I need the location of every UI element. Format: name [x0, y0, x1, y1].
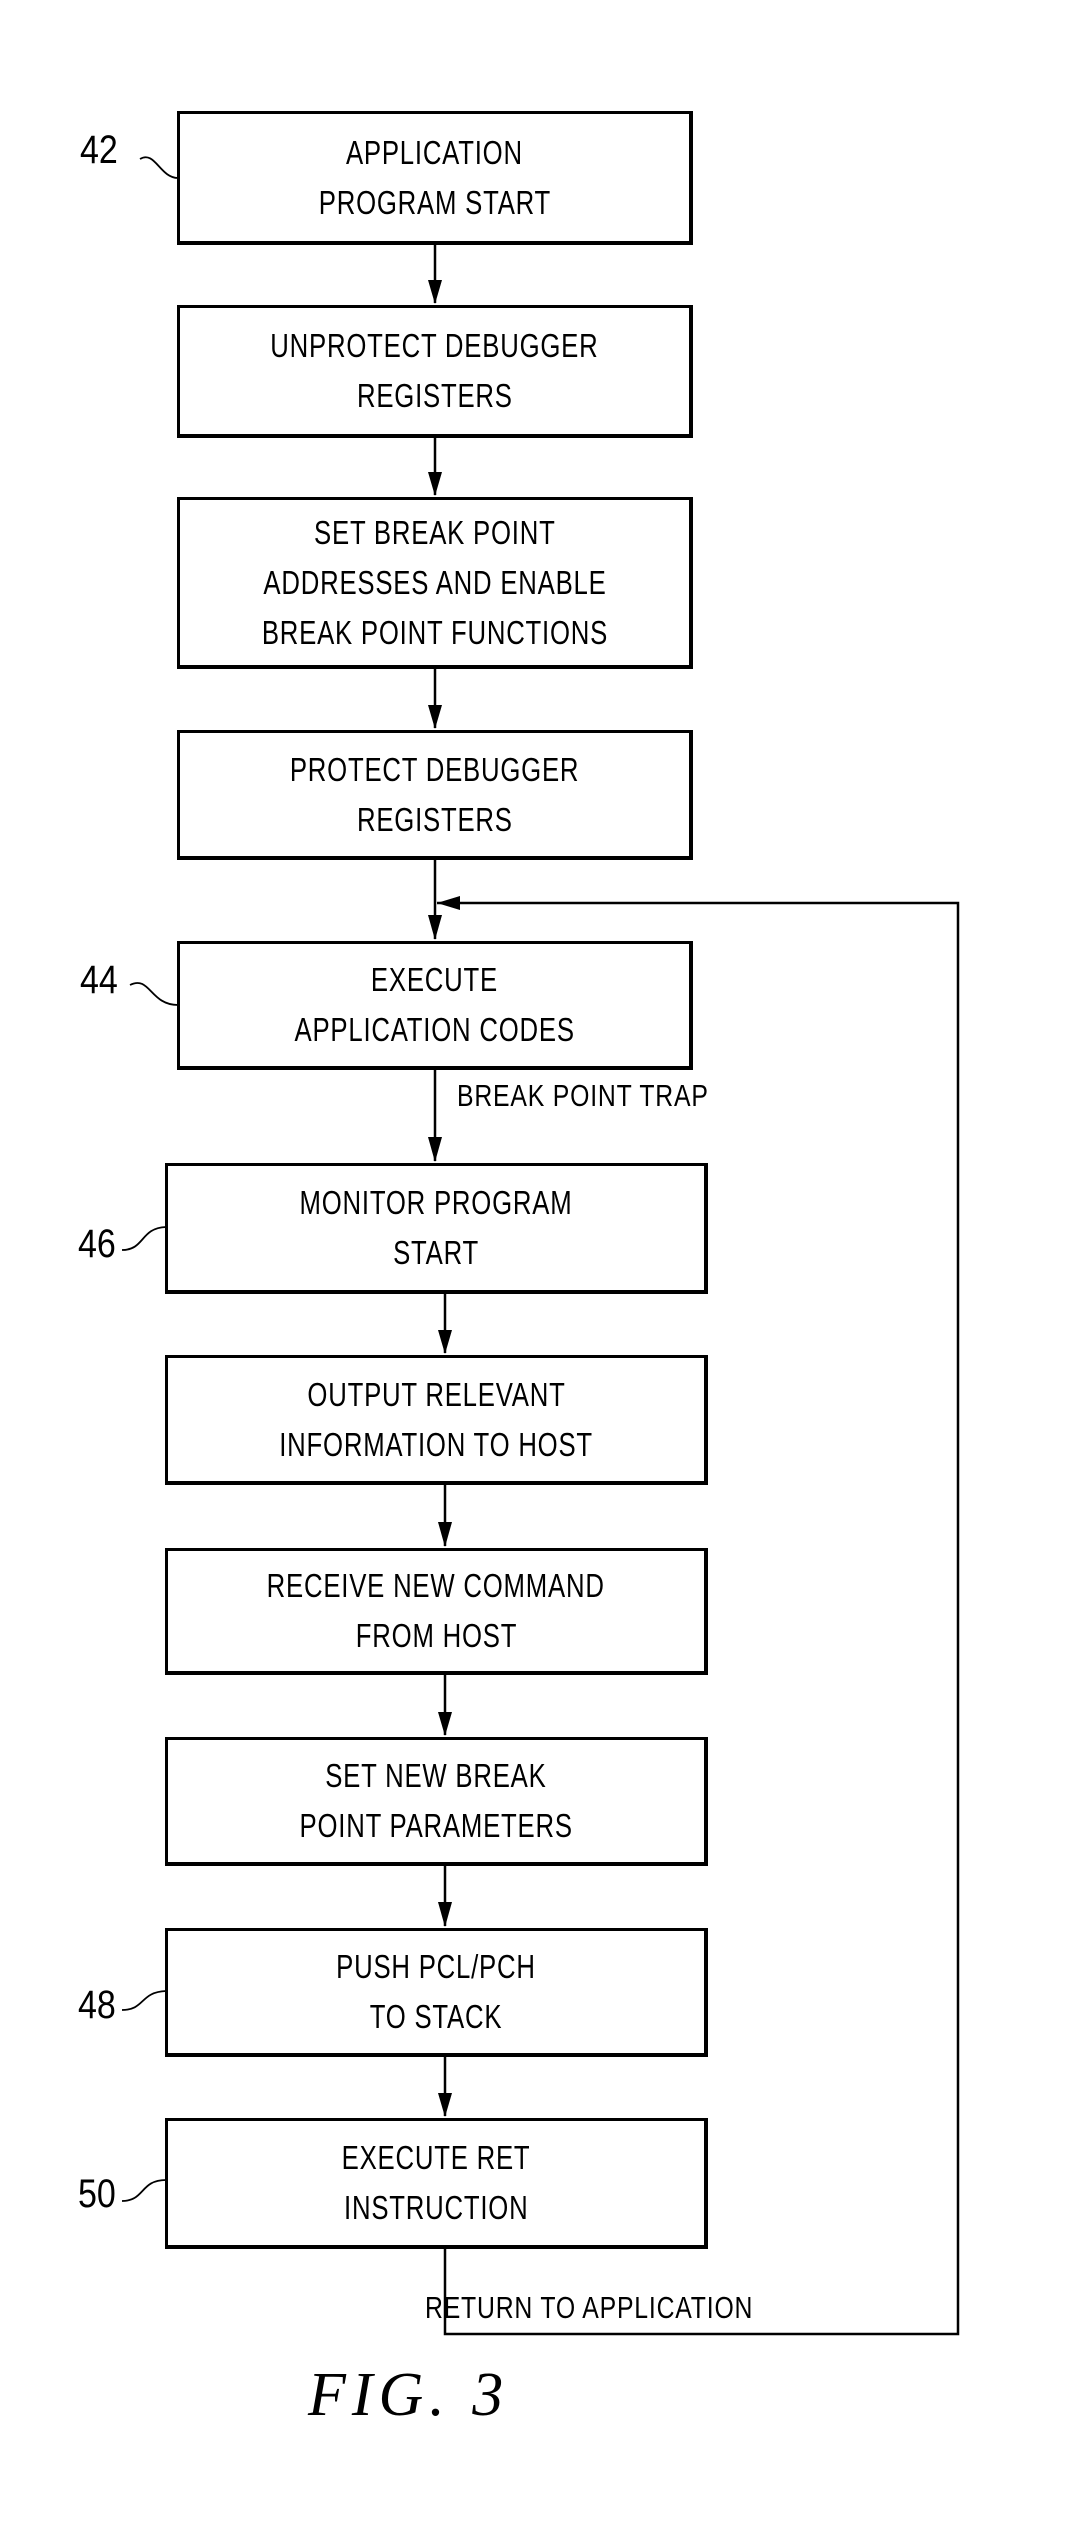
step-text-line: REGISTERS — [356, 377, 513, 414]
step-text-line: BREAK POINT FUNCTIONS — [261, 613, 608, 651]
step-box-protect-debugger-registers: PROTECT DEBUGGER REGISTERS — [177, 730, 693, 860]
step-box-push-pcl-pch: PUSH PCL/PCH TO STACK — [165, 1928, 708, 2057]
step-box-set-new-break-point-parameters: SET NEW BREAK POINT PARAMETERS — [165, 1737, 708, 1866]
arrowhead-s5-s6 — [428, 1137, 442, 1162]
step-text-line: INSTRUCTION — [343, 2189, 529, 2226]
step-text-line: START — [393, 1234, 479, 1271]
step-text-line: PROTECT DEBUGGER — [289, 750, 580, 788]
step-text-line: EXECUTE — [370, 961, 499, 998]
step-box-unprotect-debugger-registers: UNPROTECT DEBUGGER REGISTERS — [177, 305, 693, 438]
step-text-line: REGISTERS — [356, 800, 513, 838]
arrowhead-s4-s5 — [428, 915, 442, 940]
reference-numeral-44: 44 — [80, 958, 118, 1002]
step-text-line: TO STACK — [369, 1998, 503, 2035]
reference-numeral-48: 48 — [78, 1983, 116, 2027]
reference-numeral-50: 50 — [78, 2172, 116, 2216]
step-text-line: INFORMATION TO HOST — [279, 1425, 593, 1463]
step-text-line: EXECUTE RET — [341, 2139, 531, 2176]
step-text-line: MONITOR PROGRAM — [299, 1184, 573, 1221]
step-box-monitor-program-start: MONITOR PROGRAM START — [165, 1163, 708, 1294]
arrowhead-s9-s10 — [438, 1902, 452, 1927]
step-text-line: PUSH PCL/PCH — [336, 1948, 536, 1985]
step-text-line: APPLICATION CODES — [294, 1011, 575, 1048]
step-box-output-relevant-information: OUTPUT RELEVANT INFORMATION TO HOST — [165, 1355, 708, 1485]
step-text-line: APPLICATION — [346, 133, 523, 171]
step-text-line: SET BREAK POINT — [313, 513, 556, 551]
step-box-set-break-point-addresses: SET BREAK POINT ADDRESSES AND ENABLE BRE… — [177, 497, 693, 669]
arrowhead-s10-s11 — [438, 2093, 452, 2117]
leader-46 — [121, 1226, 167, 1251]
reference-numeral-42: 42 — [80, 128, 118, 172]
arrowhead-s1-s2 — [428, 280, 442, 304]
step-text-line: FROM HOST — [355, 1617, 517, 1654]
step-box-execute-ret-instruction: EXECUTE RET INSTRUCTION — [165, 2118, 708, 2249]
step-text-line: PROGRAM START — [318, 183, 551, 221]
edge-label-return-to-application: RETURN TO APPLICATION — [425, 2290, 754, 2325]
leader-50 — [121, 2179, 167, 2202]
step-text-line: UNPROTECT DEBUGGER — [270, 327, 599, 364]
step-text-line: RECEIVE NEW COMMAND — [266, 1567, 606, 1604]
leader-44 — [129, 982, 179, 1006]
arrowhead-s6-s7 — [438, 1330, 452, 1354]
return-loop-arrowhead — [437, 896, 460, 910]
step-text-line: POINT PARAMETERS — [299, 1807, 573, 1844]
step-text-line: SET NEW BREAK — [325, 1757, 547, 1794]
edge-label-break-point-trap: BREAK POINT TRAP — [457, 1078, 709, 1113]
step-text-line: OUTPUT RELEVANT — [306, 1375, 566, 1413]
reference-numeral-46: 46 — [78, 1222, 116, 1266]
step-box-receive-new-command: RECEIVE NEW COMMAND FROM HOST — [165, 1548, 708, 1675]
step-text-line: ADDRESSES AND ENABLE — [262, 563, 607, 601]
leader-42 — [139, 156, 179, 179]
figure-caption: FIG. 3 — [308, 2361, 510, 2429]
arrowhead-s2-s3 — [428, 472, 442, 496]
step-box-application-program-start: APPLICATION PROGRAM START — [177, 111, 693, 245]
leader-48 — [121, 1990, 167, 2011]
arrowhead-s7-s8 — [438, 1522, 452, 1547]
arrowhead-s8-s9 — [438, 1712, 452, 1736]
arrowhead-s3-s4 — [428, 705, 442, 729]
step-box-execute-application-codes: EXECUTE APPLICATION CODES — [177, 941, 693, 1070]
